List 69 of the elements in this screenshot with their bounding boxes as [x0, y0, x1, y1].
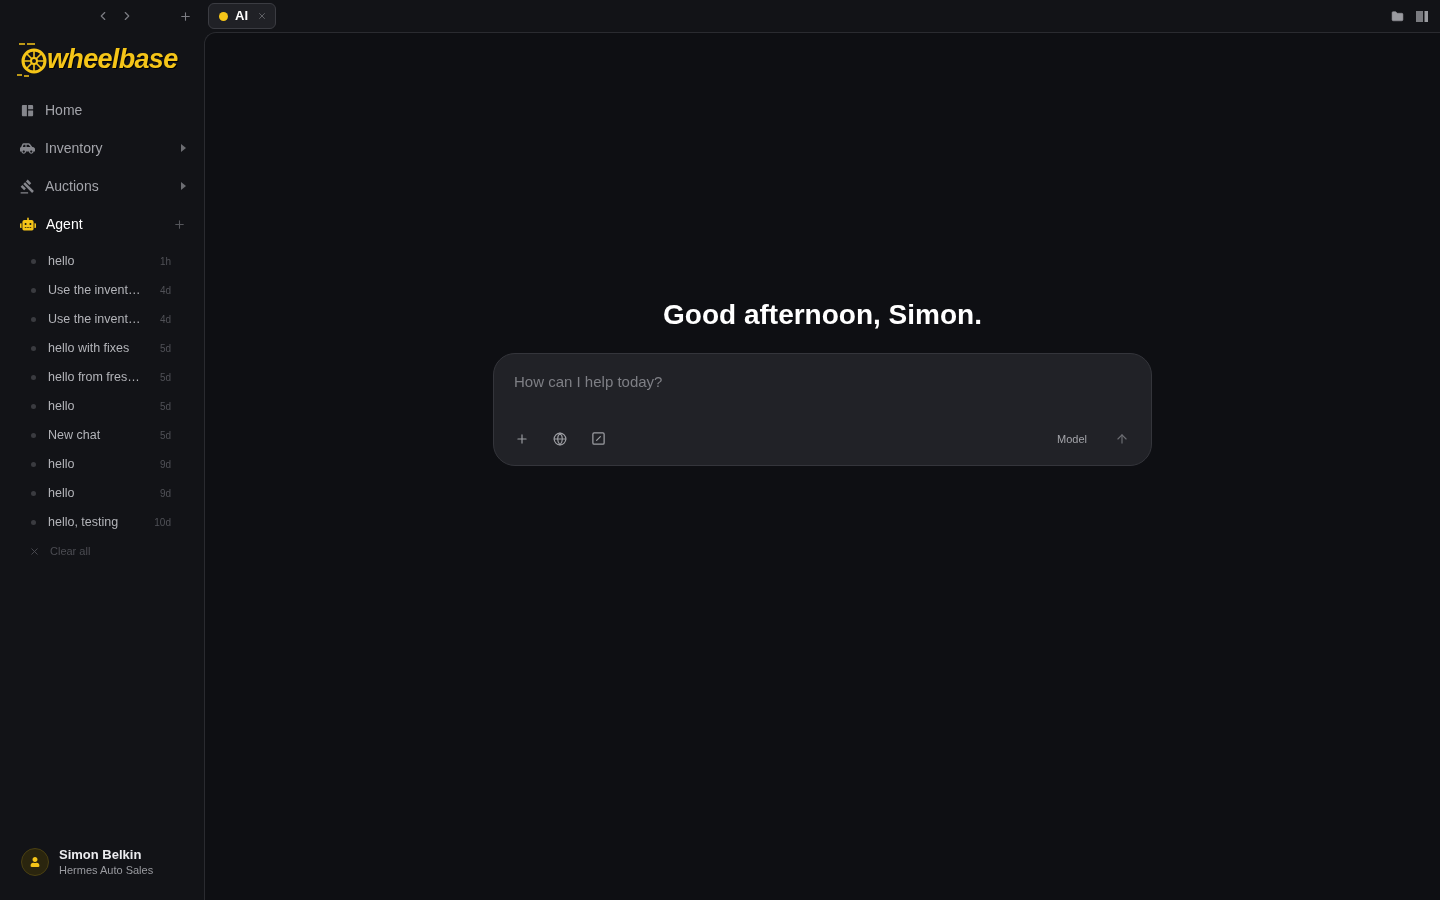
chat-dot-icon: [31, 288, 36, 293]
chat-dot-icon: [31, 317, 36, 322]
tab[interactable]: AI: [208, 3, 276, 29]
chat-age: 9d: [159, 487, 171, 501]
chat-age: 5d: [159, 429, 171, 443]
dashboard-icon: [20, 102, 35, 118]
chat-dot-icon: [31, 375, 36, 380]
chat-age: 4d: [159, 284, 171, 298]
chat-history-item[interactable]: New chat: [48, 426, 101, 445]
folder-button[interactable]: [1391, 9, 1404, 23]
close-icon: [257, 11, 267, 21]
chat-dot-icon: [31, 520, 36, 525]
globe-icon: [553, 431, 567, 446]
car-icon: [20, 140, 35, 156]
chat-dot-icon: [31, 462, 36, 467]
chat-age: 5d: [159, 342, 171, 356]
chat-history-item[interactable]: hello: [48, 252, 75, 271]
chat-age: 10d: [154, 516, 171, 530]
commands-button[interactable]: [591, 431, 606, 447]
caret-icon[interactable]: [181, 144, 186, 152]
chat-age: 4d: [159, 313, 171, 327]
chat-history-item[interactable]: hello: [48, 484, 75, 503]
side-panel-icon: [1416, 10, 1428, 22]
panel-toggle-button[interactable]: [1416, 10, 1428, 22]
plus-icon: [173, 217, 186, 231]
web-search-button[interactable]: [553, 431, 567, 446]
wheel-logo-icon: [17, 40, 47, 78]
status-dot-icon: [219, 11, 228, 21]
user-name: Simon Belkin: [59, 846, 143, 863]
send-button[interactable]: [1115, 431, 1129, 446]
nav-item[interactable]: Auctions: [45, 175, 99, 197]
attach-button[interactable]: [515, 431, 529, 446]
chat-age: 9d: [159, 458, 171, 472]
nav-item[interactable]: Inventory: [45, 137, 103, 159]
caret-icon[interactable]: [181, 182, 186, 190]
chat-history-item[interactable]: hello: [48, 397, 75, 416]
message-input[interactable]: How can I help today?: [514, 371, 1131, 394]
chat-dot-icon: [31, 433, 36, 438]
slash-square-icon: [591, 431, 606, 447]
chat-history-item[interactable]: Use the invent…: [48, 281, 141, 300]
chat-dot-icon: [31, 491, 36, 496]
nav-item[interactable]: Home: [45, 99, 83, 121]
close-tab-button[interactable]: [257, 11, 267, 21]
chat-age: 5d: [159, 400, 171, 414]
greeting-heading: Good afternoon, Simon.: [663, 298, 982, 332]
nav-item[interactable]: Agent: [46, 213, 83, 235]
chat-dot-icon: [31, 346, 36, 351]
chat-history-item[interactable]: hello from fres…: [48, 368, 140, 387]
tab-label: AI: [235, 7, 248, 26]
robot-icon: [20, 216, 36, 232]
model-selector[interactable]: Model: [1057, 430, 1087, 447]
folder-icon: [1391, 9, 1404, 23]
logo-wordmark: wheelbase: [47, 45, 178, 73]
chat-age: 5d: [159, 371, 171, 385]
chat-dot-icon: [31, 259, 36, 264]
new-tab-button[interactable]: [179, 9, 192, 23]
arrow-up-icon: [1115, 431, 1129, 446]
chat-dot-icon: [31, 404, 36, 409]
plus-icon: [179, 9, 192, 23]
close-icon: [29, 546, 40, 557]
chat-history-item[interactable]: hello, testing: [48, 513, 119, 532]
plus-icon: [515, 431, 529, 446]
chat-history-item[interactable]: Use the invent…: [48, 310, 141, 329]
gavel-icon: [20, 178, 35, 194]
avatar-icon: [21, 848, 49, 876]
chat-history-item[interactable]: hello with fixes: [48, 339, 130, 358]
company-name: Hermes Auto Sales: [59, 863, 154, 878]
chat-history-item[interactable]: hello: [48, 455, 75, 474]
new-chat-button[interactable]: [173, 217, 186, 231]
